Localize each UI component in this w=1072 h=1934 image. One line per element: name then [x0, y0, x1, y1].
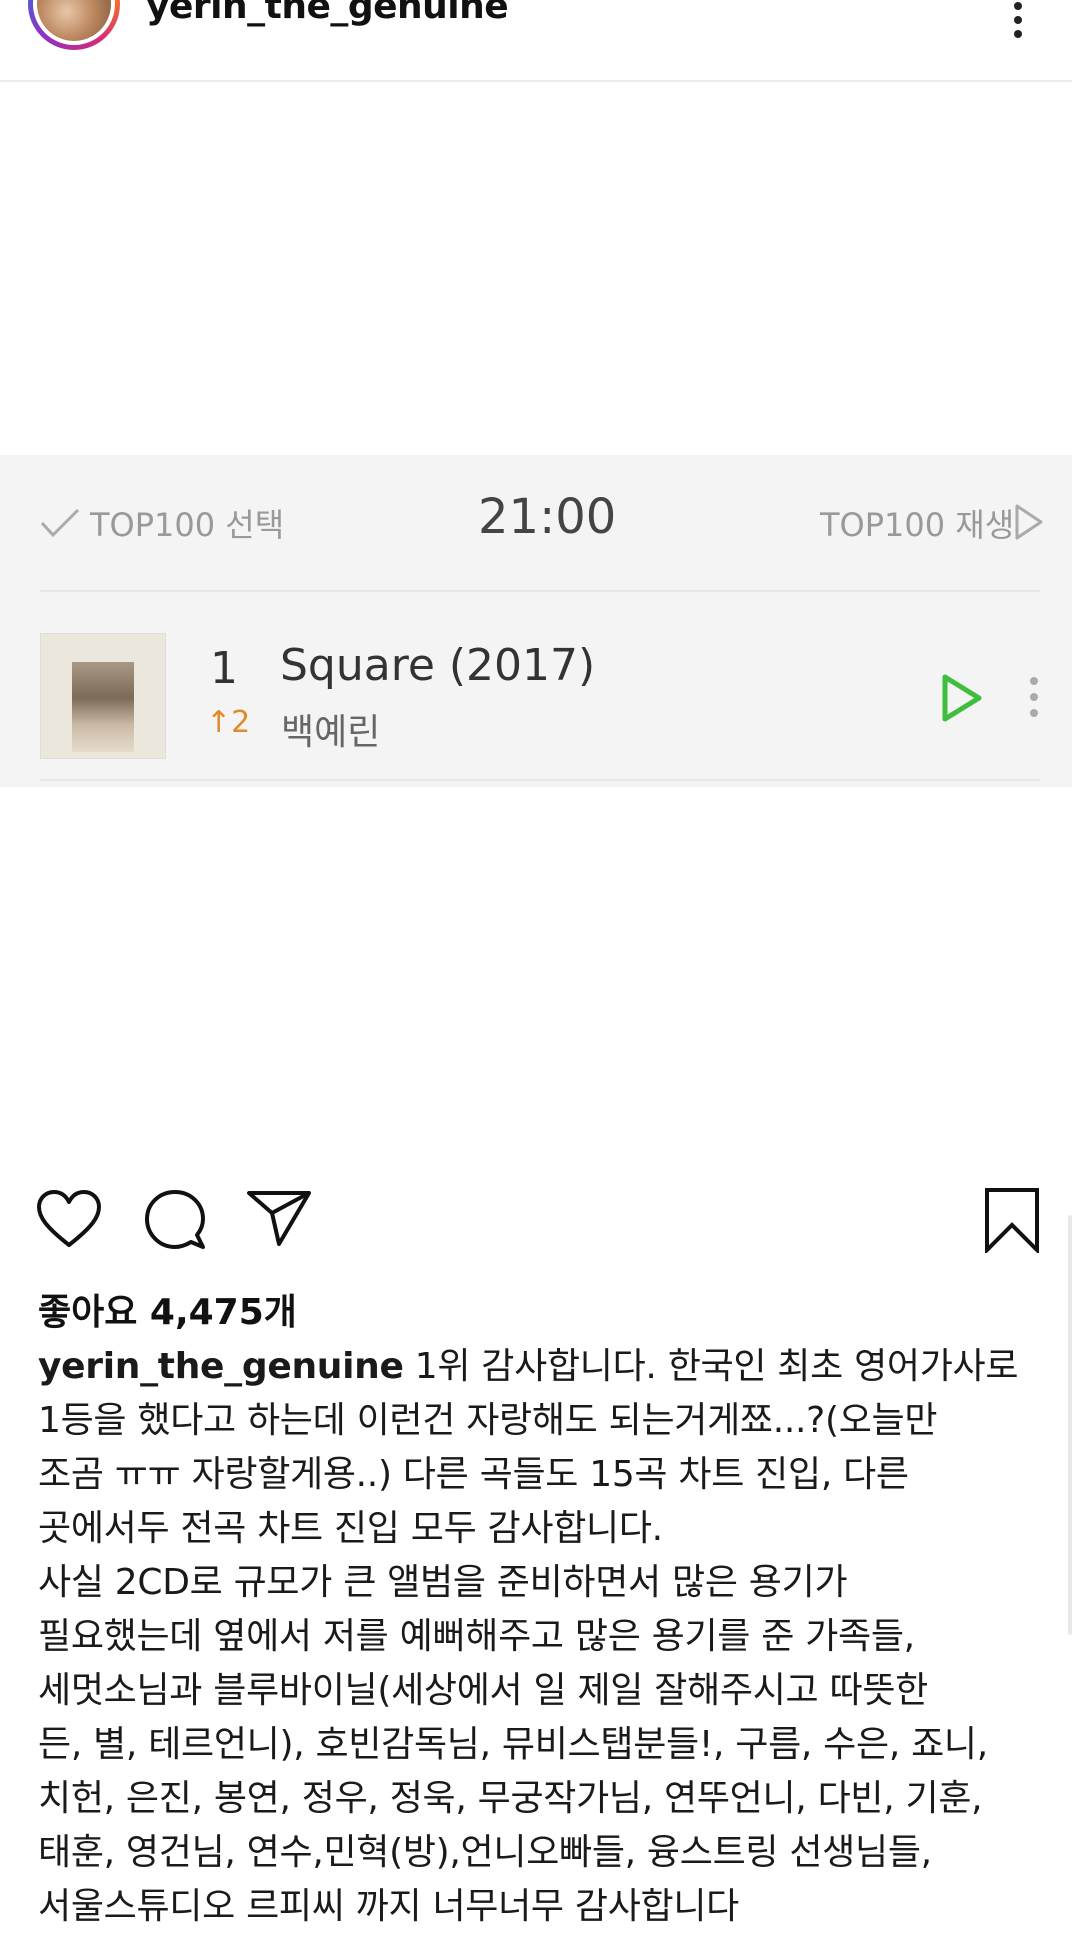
top100-play-button[interactable]: TOP100 재생: [820, 500, 1014, 546]
chart-toolbar: TOP100 선택 21:00 TOP100 재생: [0, 455, 1072, 590]
album-cover: [40, 633, 166, 759]
heart-icon[interactable]: [36, 1189, 102, 1249]
play-icon[interactable]: [940, 673, 984, 723]
avatar[interactable]: [28, 0, 120, 50]
song-title: Square (2017): [280, 640, 596, 691]
song-more-icon[interactable]: [1028, 675, 1040, 719]
likes-count[interactable]: 좋아요 4,475개: [38, 1283, 297, 1335]
post-image-chart[interactable]: TOP100 선택 21:00 TOP100 재생 1 ↑2 Square (2…: [0, 455, 1072, 787]
caption-username[interactable]: yerin_the_genuine: [38, 1346, 404, 1387]
post-action-bar: [0, 1185, 1072, 1255]
rank-change: ↑2: [206, 705, 251, 740]
top100-select-button[interactable]: TOP100 선택: [90, 500, 284, 546]
chart-time: 21:00: [478, 489, 617, 545]
scroll-indicator[interactable]: [1068, 1215, 1072, 1635]
divider: [40, 590, 1040, 592]
song-rank: 1: [210, 643, 238, 694]
share-icon[interactable]: [246, 1189, 312, 1247]
play-outline-icon[interactable]: [1014, 503, 1044, 541]
divider: [40, 779, 1040, 781]
post-username[interactable]: yerin_the_genuine: [146, 0, 509, 27]
check-icon[interactable]: [40, 507, 80, 539]
caption-text: 1위 감사합니다. 한국인 최초 영어가사로 1등을 했다고 하는데 이런건 자…: [38, 1346, 1019, 1927]
bookmark-icon[interactable]: [984, 1187, 1040, 1253]
post-caption: yerin_the_genuine 1위 감사합니다. 한국인 최초 영어가사로…: [38, 1340, 1038, 1934]
comment-icon[interactable]: [144, 1189, 206, 1251]
post-header: yerin_the_genuine: [0, 0, 1072, 82]
song-artist: 백예린: [281, 712, 381, 753]
more-options-icon[interactable]: [1010, 0, 1026, 40]
